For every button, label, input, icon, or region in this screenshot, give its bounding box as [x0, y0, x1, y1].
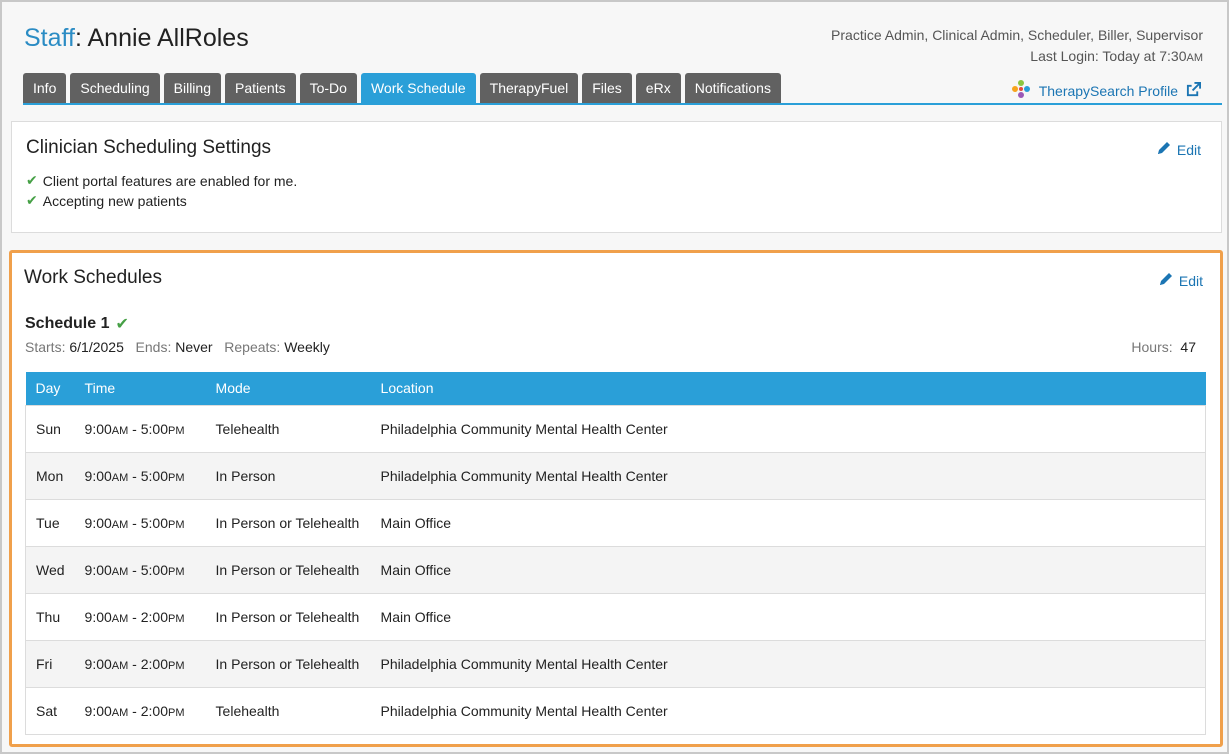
- schedule-table: Day Time Mode Location Sun 9:00AM - 5:00P…: [25, 372, 1206, 735]
- mode-cell: In Person or Telehealth: [205, 545, 371, 593]
- table-row: Thu 9:00AM - 2:00PM In Person or Telehealt…: [25, 592, 1206, 640]
- mode-cell: In Person or Telehealth: [205, 498, 371, 546]
- window-frame: Staff: Annie AllRoles Practice Admin, Cl…: [0, 0, 1229, 754]
- time-cell: 9:00AM - 5:00PM: [74, 545, 206, 593]
- schedule-end: Never: [175, 339, 213, 355]
- schedule-meta: Starts: 6/1/2025 Ends: Never Repeats: We…: [25, 339, 330, 355]
- day-cell: Wed: [25, 545, 75, 593]
- pencil-icon: [1156, 140, 1172, 159]
- work-schedules-title: Work Schedules: [24, 267, 162, 288]
- location-cell: Philadelphia Community Mental Health Cen…: [370, 639, 1206, 687]
- settings-edit-button[interactable]: Edit: [1156, 140, 1201, 159]
- day-cell: Sat: [25, 686, 75, 735]
- work-schedules-edit-button[interactable]: Edit: [1158, 271, 1203, 290]
- settings-title: Clinician Scheduling Settings: [26, 137, 272, 158]
- time-cell: 9:00AM - 2:00PM: [74, 686, 206, 735]
- time-cell: 9:00AM - 5:00PM: [74, 404, 206, 452]
- column-header-day: Day: [25, 372, 75, 405]
- mode-cell: Telehealth: [205, 404, 371, 452]
- location-cell: Main Office: [370, 545, 1206, 593]
- staff-name: Annie AllRoles: [87, 24, 249, 52]
- mode-cell: In Person: [205, 451, 371, 499]
- time-cell: 9:00AM - 5:00PM: [74, 498, 206, 546]
- checkmark-icon: ✔: [26, 172, 38, 188]
- roles-info: Practice Admin, Clinical Admin, Schedule…: [831, 25, 1203, 69]
- table-row: Mon 9:00AM - 5:00PM In Person Philadelphia …: [25, 451, 1206, 499]
- setting-item: ✔ Client portal features are enabled for…: [26, 172, 298, 189]
- pencil-icon: [1158, 271, 1174, 290]
- day-cell: Sun: [25, 404, 75, 452]
- time-cell: 9:00AM - 2:00PM: [74, 639, 206, 687]
- work-schedules-panel: Work Schedules Edit Schedule 1 ✔ Starts:…: [9, 250, 1223, 747]
- staff-link[interactable]: Staff: [24, 24, 75, 52]
- tab-erx[interactable]: eRx: [635, 73, 681, 103]
- day-cell: Thu: [25, 592, 75, 640]
- schedule-hours: Hours: 47: [1131, 339, 1196, 355]
- tab-work-schedule[interactable]: Work Schedule: [360, 73, 476, 103]
- tab-bar: Info Scheduling Billing Patients To-Do Work S…: [23, 73, 781, 103]
- table-row: Sat 9:00AM - 2:00PM Telehealth Philadelphia…: [25, 686, 1206, 735]
- mode-cell: In Person or Telehealth: [205, 592, 371, 640]
- checkmark-icon: ✔: [26, 192, 38, 208]
- table-row: Sun 9:00AM - 5:00PM Telehealth Philadelphia…: [25, 404, 1206, 452]
- tab-billing[interactable]: Billing: [163, 73, 221, 103]
- schedule-repeats: Weekly: [284, 339, 330, 355]
- last-login: Last Login: Today at 7:30AM: [1030, 48, 1203, 64]
- tab-info[interactable]: Info: [23, 73, 67, 103]
- day-cell: Tue: [25, 498, 75, 546]
- tab-patients[interactable]: Patients: [225, 73, 296, 103]
- roles-list: Practice Admin, Clinical Admin, Schedule…: [831, 27, 1203, 43]
- column-header-mode: Mode: [205, 372, 371, 405]
- time-cell: 9:00AM - 2:00PM: [74, 592, 206, 640]
- therapysearch-profile-link[interactable]: TherapySearch Profile: [1011, 79, 1201, 102]
- location-cell: Main Office: [370, 592, 1206, 640]
- column-header-location: Location: [370, 372, 1206, 405]
- mode-cell: In Person or Telehealth: [205, 639, 371, 687]
- location-cell: Philadelphia Community Mental Health Cen…: [370, 451, 1206, 499]
- checkmark-icon: ✔: [115, 316, 129, 333]
- location-cell: Philadelphia Community Mental Health Cen…: [370, 404, 1206, 452]
- time-cell: 9:00AM - 5:00PM: [74, 451, 206, 499]
- column-header-time: Time: [74, 372, 206, 405]
- schedule-start: 6/1/2025: [69, 339, 124, 355]
- external-link-icon: [1186, 81, 1201, 100]
- day-cell: Fri: [25, 639, 75, 687]
- tab-notifications[interactable]: Notifications: [684, 73, 781, 103]
- therapysearch-logo-icon: [1011, 79, 1031, 102]
- table-row: Wed 9:00AM - 5:00PM In Person or Telehealt…: [25, 545, 1206, 593]
- clinician-scheduling-settings-panel: Clinician Scheduling Settings Edit ✔ Cli…: [11, 121, 1222, 233]
- day-cell: Mon: [25, 451, 75, 499]
- page-title: Staff: Annie AllRoles: [24, 24, 249, 52]
- location-cell: Philadelphia Community Mental Health Cen…: [370, 686, 1206, 735]
- setting-item: ✔ Accepting new patients: [26, 192, 187, 209]
- location-cell: Main Office: [370, 498, 1206, 546]
- tab-scheduling[interactable]: Scheduling: [70, 73, 160, 103]
- tab-underline: [23, 103, 1222, 105]
- therapysearch-profile-label: TherapySearch Profile: [1038, 82, 1178, 99]
- table-header-row: Day Time Mode Location: [25, 372, 1206, 405]
- mode-cell: Telehealth: [205, 686, 371, 735]
- tab-therapyfuel[interactable]: TherapyFuel: [479, 73, 579, 103]
- schedule-name: Schedule 1 ✔: [25, 315, 129, 333]
- table-row: Fri 9:00AM - 2:00PM In Person or Telehealt…: [25, 639, 1206, 687]
- tab-to-do[interactable]: To-Do: [299, 73, 357, 103]
- table-row: Tue 9:00AM - 5:00PM In Person or Telehealt…: [25, 498, 1206, 546]
- tab-files[interactable]: Files: [582, 73, 632, 103]
